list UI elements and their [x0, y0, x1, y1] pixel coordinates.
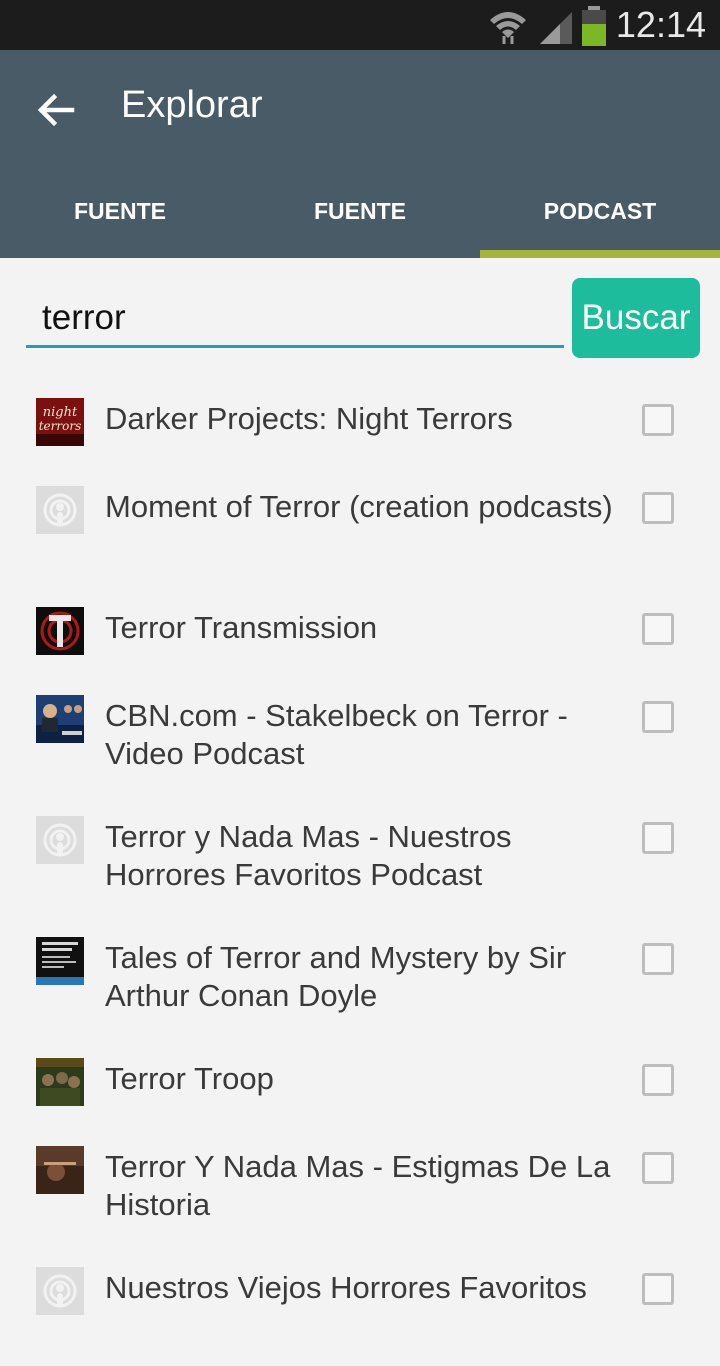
subscribe-checkbox[interactable]: [642, 404, 674, 436]
list-item[interactable]: CBN.com - Stakelbeck on Terror - Video P…: [0, 673, 720, 794]
podcast-placeholder-icon: [36, 1267, 84, 1315]
estigmas-art: [36, 1146, 84, 1194]
list-item[interactable]: Nuestros Viejos Horrores Favoritos: [0, 1245, 720, 1366]
item-title: Darker Projects: Night Terrors: [105, 401, 513, 436]
search-input[interactable]: [26, 290, 564, 348]
list-item[interactable]: Terror Troop: [0, 1036, 720, 1124]
signal-icon: [540, 12, 572, 44]
tab-fuente-2[interactable]: FUENTE: [240, 172, 480, 258]
item-title: Terror Y Nada Mas - Estigmas De La Histo…: [105, 1149, 611, 1222]
item-title: Terror Transmission: [105, 610, 378, 645]
back-arrow-icon[interactable]: [28, 82, 84, 138]
subscribe-checkbox[interactable]: [642, 1064, 674, 1096]
subscribe-checkbox[interactable]: [642, 701, 674, 733]
podcast-placeholder-icon: [36, 816, 84, 864]
page-title: Explorar: [121, 84, 263, 126]
list-item[interactable]: night terrors Darker Projects: Night Ter…: [0, 376, 720, 464]
status-bar: 12:14: [0, 0, 720, 50]
wifi-icon: [490, 12, 526, 44]
subscribe-checkbox[interactable]: [642, 613, 674, 645]
app-bar: Explorar FUENTE FUENTE PODCAST: [0, 50, 720, 258]
item-title: Terror Troop: [105, 1061, 274, 1096]
item-title: CBN.com - Stakelbeck on Terror - Video P…: [105, 698, 568, 771]
tab-fuente-1[interactable]: FUENTE: [0, 172, 240, 258]
svg-text:night: night: [43, 405, 78, 420]
battery-icon: [582, 6, 606, 46]
terror-troop-art: [36, 1058, 84, 1106]
subscribe-checkbox[interactable]: [642, 822, 674, 854]
tales-of-terror-art: [36, 937, 84, 985]
svg-text:terrors: terrors: [39, 419, 82, 433]
results-list: night terrors Darker Projects: Night Ter…: [0, 376, 720, 1366]
podcast-placeholder-icon: [36, 486, 84, 534]
subscribe-checkbox[interactable]: [642, 943, 674, 975]
list-item[interactable]: Moment of Terror (creation podcasts): [0, 464, 720, 585]
tab-podcast[interactable]: PODCAST: [480, 172, 720, 258]
list-item[interactable]: Tales of Terror and Mystery by Sir Arthu…: [0, 915, 720, 1036]
cbn-art: [36, 695, 84, 743]
subscribe-checkbox[interactable]: [642, 1152, 674, 1184]
subscribe-checkbox[interactable]: [642, 1273, 674, 1305]
list-item[interactable]: Terror Transmission: [0, 585, 720, 673]
item-title: Tales of Terror and Mystery by Sir Arthu…: [105, 940, 567, 1013]
item-title: Terror y Nada Mas - Nuestros Horrores Fa…: [105, 819, 512, 892]
clock: 12:14: [615, 4, 706, 45]
search-button[interactable]: Buscar: [572, 278, 700, 358]
subscribe-checkbox[interactable]: [642, 492, 674, 524]
tab-bar: FUENTE FUENTE PODCAST: [0, 172, 720, 258]
terror-transmission-art: [36, 607, 84, 655]
list-item[interactable]: Terror y Nada Mas - Nuestros Horrores Fa…: [0, 794, 720, 915]
night-terrors-art: night terrors: [36, 398, 84, 446]
item-title: Moment of Terror (creation podcasts): [105, 489, 613, 524]
list-item[interactable]: Terror Y Nada Mas - Estigmas De La Histo…: [0, 1124, 720, 1245]
item-title: Nuestros Viejos Horrores Favoritos: [105, 1270, 587, 1305]
